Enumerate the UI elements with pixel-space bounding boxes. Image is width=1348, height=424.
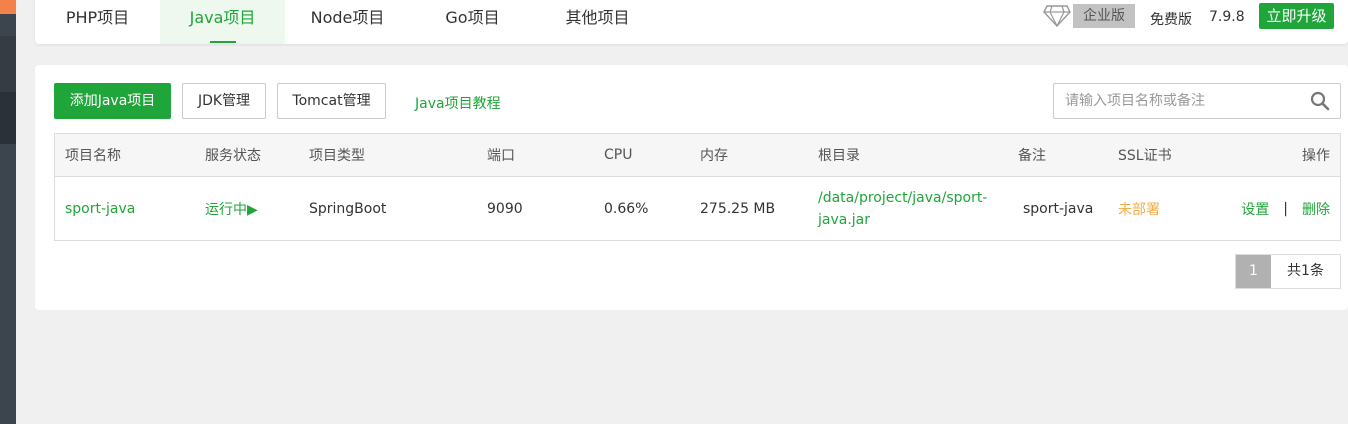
header-status: 服务状态 xyxy=(205,148,261,164)
add-java-project-button[interactable]: 添加Java项目 xyxy=(54,83,171,119)
sidebar-item-active[interactable] xyxy=(0,92,16,144)
project-name-link[interactable]: sport-java xyxy=(65,177,135,240)
tab-node[interactable]: Node项目 xyxy=(285,0,410,44)
version-number: 7.9.8 xyxy=(1209,9,1245,25)
sidebar xyxy=(0,0,16,424)
header-port: 端口 xyxy=(487,148,515,164)
jdk-manage-button[interactable]: JDK管理 xyxy=(182,83,266,119)
status-running-button[interactable]: 运行中▶ xyxy=(205,177,258,240)
enterprise-edition-badge[interactable]: 企业版 xyxy=(1073,4,1135,28)
project-note[interactable]: sport-java xyxy=(1023,177,1093,240)
diamond-icon xyxy=(1043,5,1071,28)
project-cpu: 0.66% xyxy=(604,200,649,217)
header-memory: 内存 xyxy=(700,148,728,164)
table-row: sport-java 运行中▶ SpringBoot 9090 0.66% 27… xyxy=(55,177,1340,240)
free-edition-label: 免费版 xyxy=(1150,12,1192,28)
header-cpu: CPU xyxy=(604,147,633,163)
header-root: 根目录 xyxy=(818,148,860,164)
sidebar-accent xyxy=(0,0,16,14)
tomcat-manage-button[interactable]: Tomcat管理 xyxy=(277,83,386,119)
header-type: 项目类型 xyxy=(309,148,365,164)
project-search xyxy=(1053,83,1341,119)
page-total-count: 共1条 xyxy=(1271,255,1340,288)
page-current[interactable]: 1 xyxy=(1236,255,1271,288)
project-table: 项目名称 服务状态 项目类型 端口 CPU 内存 根目录 备注 SSL证书 操作… xyxy=(54,133,1341,241)
header-name: 项目名称 xyxy=(65,148,121,164)
tab-java[interactable]: Java项目 xyxy=(160,0,285,44)
settings-link[interactable]: 设置 xyxy=(1241,199,1269,219)
pagination: 1 共1条 xyxy=(1235,254,1341,289)
project-type: SpringBoot xyxy=(309,200,387,217)
java-tutorial-link[interactable]: Java项目教程 xyxy=(415,93,501,113)
sidebar-item[interactable] xyxy=(0,36,16,92)
project-root-link[interactable]: /data/project/java/sport- java.jar xyxy=(818,177,1008,240)
table-header: 项目名称 服务状态 项目类型 端口 CPU 内存 根目录 备注 SSL证书 操作 xyxy=(55,134,1340,177)
tab-go[interactable]: Go项目 xyxy=(410,0,535,44)
project-panel: 添加Java项目 JDK管理 Tomcat管理 Java项目教程 项目名称 服务… xyxy=(35,65,1348,310)
delete-link[interactable]: 删除 xyxy=(1302,199,1330,219)
header-ssl: SSL证书 xyxy=(1118,148,1172,164)
row-actions: 设置 | 删除 xyxy=(1241,177,1330,240)
upgrade-button[interactable]: 立即升级 xyxy=(1259,3,1334,29)
root-path-line-2: java.jar xyxy=(818,211,871,228)
header-ops: 操作 xyxy=(1302,148,1330,164)
tab-php[interactable]: PHP项目 xyxy=(35,0,160,44)
search-input[interactable] xyxy=(1054,84,1304,118)
search-icon[interactable] xyxy=(1310,91,1330,111)
header-note: 备注 xyxy=(1018,148,1046,164)
project-port: 9090 xyxy=(487,200,523,217)
project-memory: 275.25 MB xyxy=(700,200,776,217)
root-path-line-1: /data/project/java/sport- xyxy=(818,189,988,206)
ssl-status-link[interactable]: 未部署 xyxy=(1118,177,1160,240)
action-separator: | xyxy=(1283,200,1288,217)
project-type-tabs: PHP项目 Java项目 Node项目 Go项目 其他项目 企业版 免费版 7.… xyxy=(35,0,1348,44)
tab-other[interactable]: 其他项目 xyxy=(535,0,660,44)
